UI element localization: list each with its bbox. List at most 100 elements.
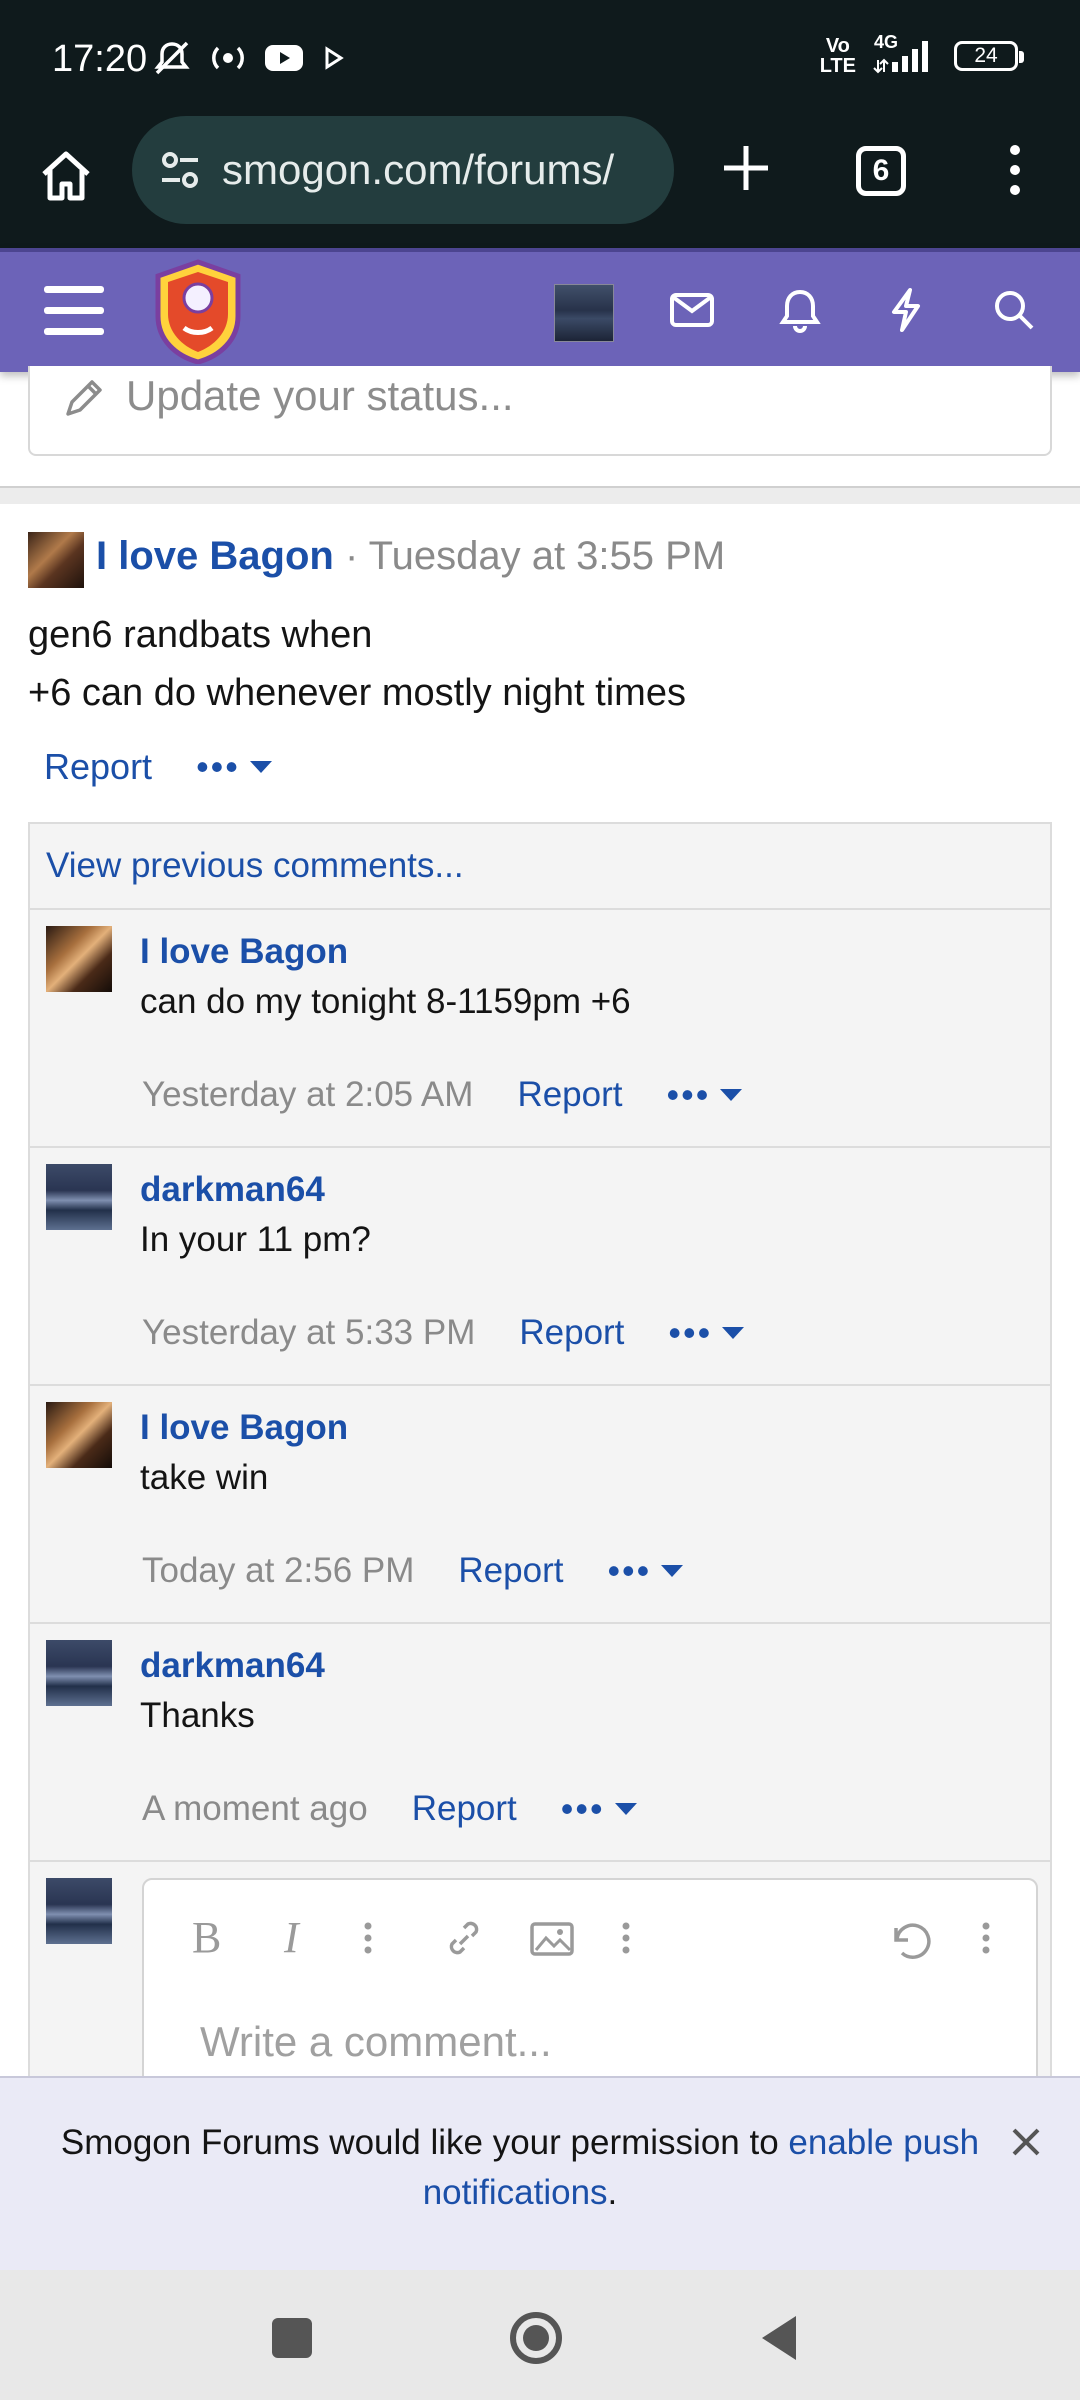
user-avatar[interactable] <box>554 284 614 342</box>
bold-icon[interactable]: B <box>184 1910 232 1966</box>
mail-icon[interactable] <box>664 282 720 338</box>
post-author-avatar[interactable] <box>28 532 84 588</box>
comment-report-link[interactable]: Report <box>519 1313 624 1353</box>
comment-more-menu[interactable]: ••• <box>561 1788 637 1830</box>
more-options-icon[interactable] <box>356 1910 380 1966</box>
comment-avatar[interactable] <box>46 926 112 992</box>
status-icons-left <box>152 38 346 78</box>
play-icon <box>325 46 344 70</box>
chevron-down-icon <box>720 1089 743 1101</box>
comment-timestamp[interactable]: Today at 2:56 PM <box>142 1551 414 1591</box>
current-user-avatar[interactable] <box>46 1878 112 1944</box>
comment-placeholder: Write a comment... <box>200 2018 552 2065</box>
post-body: gen6 randbats when +6 can do whenever mo… <box>28 606 686 722</box>
post-separator: · <box>344 534 359 578</box>
more-options-icon[interactable] <box>614 1910 638 1966</box>
more-vert-icon[interactable] <box>1000 140 1030 200</box>
more-options-icon[interactable] <box>974 1910 998 1966</box>
more-dots-icon: ••• <box>607 1550 652 1591</box>
undo-icon[interactable] <box>884 1910 932 1966</box>
italic-icon[interactable]: I <box>274 1910 322 1966</box>
home-icon[interactable] <box>36 146 96 206</box>
forum-header <box>0 248 1080 372</box>
comment-report-link[interactable]: Report <box>517 1075 622 1115</box>
push-text-before: Smogon Forums would like your permission… <box>60 2123 789 2162</box>
recents-icon[interactable] <box>264 2310 320 2366</box>
signal-icon: 4G <box>870 32 940 76</box>
svg-text:B: B <box>192 1913 221 1962</box>
back-icon[interactable] <box>752 2310 808 2366</box>
close-icon[interactable] <box>1004 2120 1048 2164</box>
comment-text: can do my tonight 8-1159pm +6 <box>140 982 631 1021</box>
chevron-down-icon <box>249 761 272 773</box>
site-settings-icon[interactable] <box>158 148 202 192</box>
comment-avatar[interactable] <box>46 1402 112 1468</box>
comment-avatar[interactable] <box>46 1640 112 1706</box>
smogon-logo[interactable] <box>150 258 246 364</box>
section-divider <box>0 486 1080 504</box>
comment-more-menu[interactable]: ••• <box>668 1312 745 1354</box>
comment-item: I love Bagon take win Today at 2:56 PM R… <box>30 1384 1050 1622</box>
image-icon[interactable] <box>528 1910 576 1966</box>
post-timestamp[interactable]: Tuesday at 3:55 PM <box>369 534 725 578</box>
post-report-link[interactable]: Report <box>44 746 152 788</box>
comment-author-link[interactable]: I love Bagon <box>140 932 348 972</box>
new-tab-icon[interactable] <box>716 138 776 198</box>
comment-author-link[interactable]: I love Bagon <box>140 1408 348 1448</box>
svg-text:I: I <box>283 1913 301 1962</box>
status-update-input[interactable]: Update your status... <box>28 366 1052 456</box>
post-author-link[interactable]: I love Bagon <box>96 534 334 578</box>
comment-meta: Yesterday at 5:33 PM Report ••• <box>142 1312 745 1354</box>
link-icon[interactable] <box>440 1910 488 1966</box>
youtube-icon <box>265 45 303 71</box>
address-bar[interactable]: smogon.com/forums/ <box>132 116 674 224</box>
status-time: 17:20 <box>52 38 148 80</box>
comment-text: In your 11 pm? <box>140 1220 371 1259</box>
comment-timestamp[interactable]: Yesterday at 5:33 PM <box>142 1313 475 1353</box>
bell-icon[interactable] <box>772 282 828 338</box>
post-more-menu[interactable]: ••• <box>196 746 272 788</box>
comment-meta: A moment ago Report ••• <box>142 1788 637 1830</box>
browser-toolbar: smogon.com/forums/ 6 <box>0 116 1080 248</box>
comment-avatar[interactable] <box>46 1164 112 1230</box>
post-body-line: gen6 randbats when <box>28 614 373 656</box>
system-nav-bar <box>0 2270 1080 2400</box>
menu-icon[interactable] <box>44 286 104 338</box>
comment-item: I love Bagon can do my tonight 8-1159pm … <box>30 908 1050 1146</box>
pencil-icon <box>66 380 102 416</box>
post-header: I love Bagon · Tuesday at 3:55 PM <box>96 534 725 579</box>
status-right: Vo LTE 4G 24 <box>819 32 1024 77</box>
status-placeholder: Update your status... <box>126 372 514 419</box>
tab-switcher-button[interactable]: 6 <box>856 146 906 196</box>
comment-timestamp[interactable]: A moment ago <box>142 1789 368 1829</box>
comment-more-menu[interactable]: ••• <box>667 1074 743 1116</box>
comment-more-menu[interactable]: ••• <box>607 1550 684 1592</box>
more-dots-icon: ••• <box>196 746 240 787</box>
more-dots-icon: ••• <box>560 1788 605 1829</box>
home-nav-icon[interactable] <box>508 2310 564 2366</box>
comment-timestamp[interactable]: Yesterday at 2:05 AM <box>142 1075 473 1115</box>
push-text-after: . <box>607 2173 618 2212</box>
mute-icon <box>154 41 190 75</box>
comment-editor-row: B I Write a comment... <box>30 1860 1050 2138</box>
search-icon[interactable] <box>986 282 1042 338</box>
more-dots-icon: ••• <box>668 1312 713 1353</box>
comment-report-link[interactable]: Report <box>458 1551 563 1591</box>
comment-author-link[interactable]: darkman64 <box>140 1170 325 1210</box>
comment-meta: Yesterday at 2:05 AM Report ••• <box>142 1074 743 1116</box>
lightning-icon[interactable] <box>878 282 934 338</box>
push-notification-banner: Smogon Forums would like your permission… <box>0 2076 1080 2270</box>
chevron-down-icon <box>722 1327 745 1339</box>
post-actions: Report ••• <box>44 746 272 788</box>
comment-meta: Today at 2:56 PM Report ••• <box>142 1550 684 1592</box>
comment-text: take win <box>140 1458 269 1497</box>
comments-section: View previous comments... I love Bagon c… <box>28 822 1052 2138</box>
push-banner-text: Smogon Forums would like your permission… <box>40 2118 1000 2218</box>
more-dots-icon: ••• <box>666 1074 711 1115</box>
comment-report-link[interactable]: Report <box>412 1789 517 1829</box>
comment-item: darkman64 Thanks A moment ago Report ••• <box>30 1622 1050 1860</box>
volte-label: Vo LTE <box>819 35 856 77</box>
view-previous-comments-link[interactable]: View previous comments... <box>46 846 464 886</box>
comment-author-link[interactable]: darkman64 <box>140 1646 325 1686</box>
url-text: smogon.com/forums/ <box>222 146 615 193</box>
